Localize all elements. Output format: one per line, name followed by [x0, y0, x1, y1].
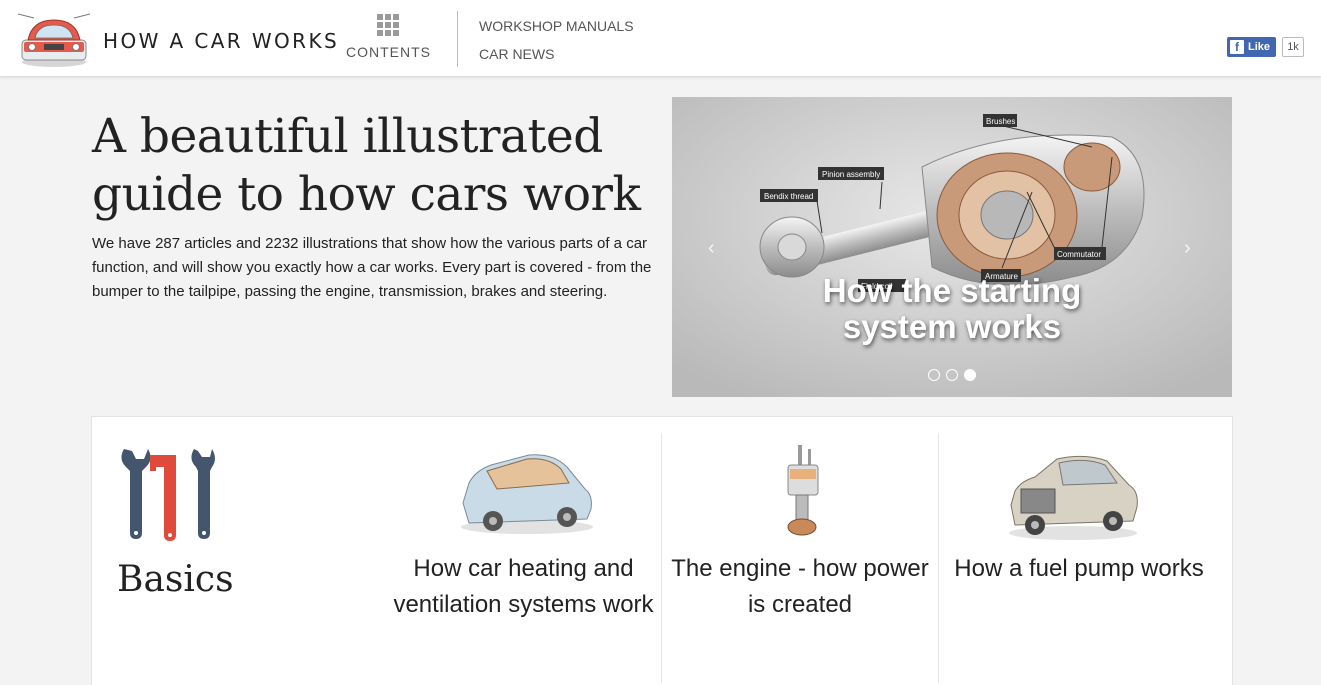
car-fuel-pump-image [1009, 455, 1138, 540]
nav-car-news[interactable]: CAR NEWS [479, 46, 554, 62]
grid-icon [377, 14, 399, 36]
site-header: HOW A CAR WORKS CONTENTS WORKSHOP MANUAL… [0, 0, 1321, 77]
piston-engine-image [787, 445, 819, 536]
label-commutator: Commutator [1057, 250, 1101, 259]
nav-workshop-manuals[interactable]: WORKSHOP MANUALS [479, 18, 634, 34]
car-logo-icon[interactable] [18, 10, 90, 68]
brand-title[interactable]: HOW A CAR WORKS [103, 29, 339, 53]
card-engine-power[interactable]: The engine - how power is created [662, 417, 938, 685]
facebook-icon: f [1230, 40, 1244, 54]
carousel-caption[interactable]: How the starting system works [792, 273, 1112, 345]
card-title-heating: How car heating and ventilation systems … [393, 555, 654, 618]
hatchback-car-image [461, 454, 593, 534]
hero-carousel[interactable]: Brushes Pinion assembly Bendix thread Co… [672, 97, 1232, 397]
tools-icon [121, 449, 215, 541]
hero-title: A beautiful illustrated guide to how car… [92, 109, 641, 222]
carousel-dot-2[interactable] [946, 369, 958, 381]
carousel-dot-1[interactable] [928, 369, 940, 381]
carousel-next-arrow[interactable]: › [1184, 237, 1191, 260]
facebook-like-count: 1k [1282, 37, 1304, 57]
carousel-prev-arrow[interactable]: ‹ [708, 237, 715, 260]
starter-motor-illustration: Brushes Pinion assembly Bendix thread Co… [672, 97, 1232, 397]
hero-description: We have 287 articles and 2232 illustrati… [92, 235, 652, 300]
label-bendix-thread: Bendix thread [764, 192, 813, 201]
card-title-fuel-pump: How a fuel pump works [954, 555, 1204, 582]
contents-menu-button[interactable]: CONTENTS [346, 12, 430, 64]
card-basics[interactable]: Basics [92, 417, 382, 685]
label-brushes: Brushes [986, 117, 1015, 126]
header-divider [457, 11, 458, 67]
facebook-like-label: Like [1248, 41, 1271, 53]
card-title-basics: Basics [117, 559, 234, 600]
card-heating-ventilation[interactable]: How car heating and ventilation systems … [387, 417, 660, 685]
card-fuel-pump[interactable]: How a fuel pump works [939, 417, 1234, 685]
carousel-indicators [928, 369, 976, 381]
card-title-engine: The engine - how power is created [671, 555, 929, 618]
facebook-like-button[interactable]: f Like [1227, 37, 1277, 57]
carousel-dot-3-active[interactable] [964, 369, 976, 381]
contents-label: CONTENTS [346, 44, 431, 60]
featured-cards-panel: Basics How car heating and ventilation s… [91, 416, 1233, 685]
label-pinion-assembly: Pinion assembly [822, 170, 880, 179]
